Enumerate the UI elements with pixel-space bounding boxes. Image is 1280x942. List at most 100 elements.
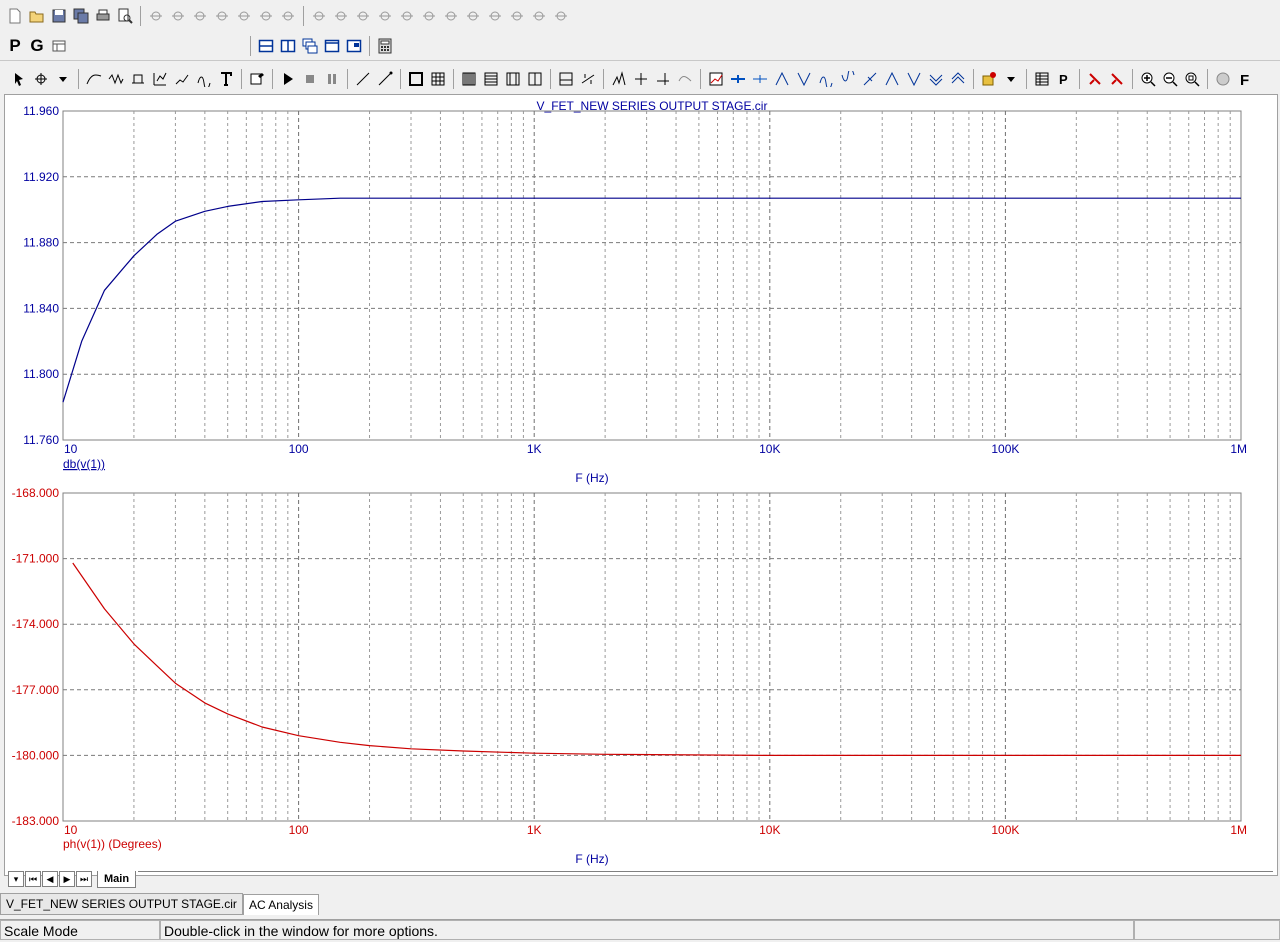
g-button[interactable]: G <box>26 35 48 57</box>
box-icon[interactable] <box>405 68 427 90</box>
dropdown-arrow-icon-2[interactable] <box>1000 68 1022 90</box>
resistor-icon[interactable] <box>330 5 352 27</box>
save-all-icon[interactable] <box>70 5 92 27</box>
cursor-high-icon[interactable] <box>652 68 674 90</box>
cursor-low-icon[interactable] <box>674 68 696 90</box>
sheet-menu-button[interactable]: ▾ <box>8 871 24 887</box>
ground-icon[interactable] <box>308 5 330 27</box>
sheet-tab-main[interactable]: Main <box>97 870 137 888</box>
line-tool-icon-2[interactable] <box>374 68 396 90</box>
cursor-valley-icon[interactable] <box>630 68 652 90</box>
calculator-icon[interactable] <box>374 35 396 57</box>
plot-canvas[interactable]: V_FET_NEW SERIES OUTPUT STAGE.cir 11.960… <box>5 95 1275 873</box>
plot-window[interactable]: V_FET_NEW SERIES OUTPUT STAGE.cir 11.960… <box>4 94 1278 876</box>
grid-mid-icon[interactable] <box>502 68 524 90</box>
text-tool-icon[interactable] <box>215 68 237 90</box>
delete-icon[interactable] <box>255 5 277 27</box>
copy-icon[interactable] <box>211 5 233 27</box>
select-arrow-icon[interactable] <box>8 68 30 90</box>
line-tool-icon[interactable] <box>352 68 374 90</box>
table-icon[interactable] <box>1031 68 1053 90</box>
tag-mode-icon-2[interactable] <box>1106 68 1128 90</box>
inflection-icon[interactable] <box>859 68 881 90</box>
pause-icon[interactable] <box>321 68 343 90</box>
window-icon[interactable] <box>321 35 343 57</box>
split-window-icon[interactable] <box>343 35 365 57</box>
save-icon[interactable] <box>48 5 70 27</box>
diode-icon[interactable] <box>396 5 418 27</box>
tag-icon[interactable] <box>978 68 1000 90</box>
slope-icon-2[interactable] <box>903 68 925 90</box>
graph-icon-1[interactable] <box>83 68 105 90</box>
hgrid-icon[interactable] <box>480 68 502 90</box>
zoom-fit-icon[interactable] <box>1181 68 1203 90</box>
select-mode-icon[interactable] <box>30 68 52 90</box>
low-icon[interactable] <box>837 68 859 90</box>
component-panel-icon[interactable] <box>48 35 70 57</box>
graph-icon-2[interactable] <box>105 68 127 90</box>
tile-horizontal-icon[interactable] <box>255 35 277 57</box>
phase-trace[interactable] <box>72 562 1241 757</box>
transistor-icon[interactable] <box>418 5 440 27</box>
open-folder-icon[interactable] <box>26 5 48 27</box>
grid-fine-icon[interactable] <box>524 68 546 90</box>
dropdown-arrow-icon[interactable] <box>52 68 74 90</box>
redo-icon[interactable] <box>167 5 189 27</box>
cascade-icon[interactable] <box>299 35 321 57</box>
cursor-mode-icon[interactable] <box>727 68 749 90</box>
axis-icon[interactable] <box>555 68 577 90</box>
inductor-icon[interactable] <box>374 5 396 27</box>
last-sheet-button[interactable]: ⏭ <box>76 871 92 887</box>
tag-mode-icon[interactable] <box>1084 68 1106 90</box>
paste-icon[interactable] <box>233 5 255 27</box>
zoom-in-icon[interactable] <box>1137 68 1159 90</box>
vgrid-icon[interactable] <box>458 68 480 90</box>
node-icon[interactable] <box>528 5 550 27</box>
cursor-peak-icon[interactable] <box>608 68 630 90</box>
graph-icon-5[interactable] <box>171 68 193 90</box>
source-icon[interactable] <box>484 5 506 27</box>
bottom-trace-label[interactable]: ph(v(1)) (Degrees) <box>63 837 162 851</box>
grid-icon[interactable] <box>427 68 449 90</box>
graph-icon-6[interactable] <box>193 68 215 90</box>
battery-icon[interactable] <box>440 5 462 27</box>
font-icon[interactable]: F <box>1234 68 1256 90</box>
print-icon[interactable] <box>92 5 114 27</box>
first-sheet-button[interactable]: ⏮ <box>25 871 41 887</box>
high-icon[interactable] <box>815 68 837 90</box>
pin-icon[interactable] <box>506 5 528 27</box>
tile-vertical-icon[interactable] <box>277 35 299 57</box>
ruler-icon[interactable] <box>577 68 599 90</box>
run-icon[interactable] <box>277 68 299 90</box>
p-label-icon[interactable]: P <box>1053 68 1075 90</box>
undo-icon[interactable] <box>145 5 167 27</box>
probe-icon[interactable] <box>550 5 572 27</box>
tab-circuit[interactable]: V_FET_NEW SERIES OUTPUT STAGE.cir <box>0 893 243 915</box>
slope-icon[interactable] <box>881 68 903 90</box>
toolbar-separator <box>1079 69 1080 89</box>
new-file-icon[interactable] <box>4 5 26 27</box>
tab-ac-analysis[interactable]: AC Analysis <box>242 894 319 915</box>
p-button[interactable]: P <box>4 35 26 57</box>
magnitude-trace[interactable] <box>62 197 1241 403</box>
cut-icon[interactable] <box>189 5 211 27</box>
next-icon[interactable] <box>925 68 947 90</box>
color-icon[interactable] <box>1212 68 1234 90</box>
properties-icon[interactable] <box>246 68 268 90</box>
cursor-mode-icon-2[interactable] <box>749 68 771 90</box>
valley-icon[interactable] <box>793 68 815 90</box>
prev-sheet-button[interactable]: ◀ <box>42 871 58 887</box>
graph-icon-4[interactable] <box>149 68 171 90</box>
next-sheet-button[interactable]: ▶ <box>59 871 75 887</box>
scale-icon[interactable] <box>705 68 727 90</box>
stop-icon[interactable] <box>299 68 321 90</box>
peak-icon[interactable] <box>771 68 793 90</box>
print-preview-icon[interactable] <box>114 5 136 27</box>
graph-icon-3[interactable] <box>127 68 149 90</box>
capacitor-icon[interactable] <box>352 5 374 27</box>
opamp-icon[interactable] <box>462 5 484 27</box>
select-all-icon[interactable] <box>277 5 299 27</box>
prev-icon[interactable] <box>947 68 969 90</box>
top-trace-label[interactable]: db(v(1)) <box>63 457 105 471</box>
zoom-out-icon[interactable] <box>1159 68 1181 90</box>
